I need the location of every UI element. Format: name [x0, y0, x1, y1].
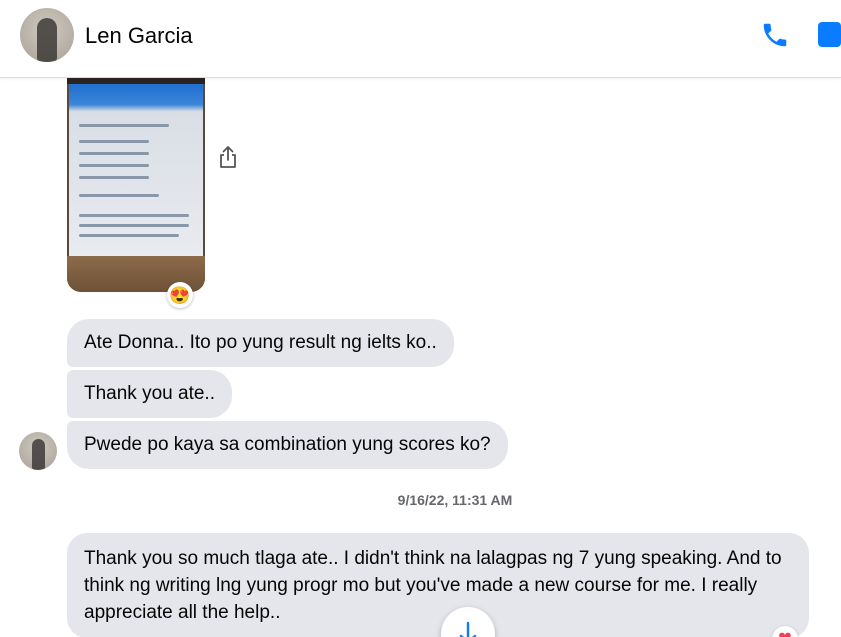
video-icon[interactable] [818, 22, 841, 47]
contact-avatar[interactable] [20, 8, 74, 62]
contact-name[interactable]: Len Garcia [85, 23, 193, 49]
message-bubble[interactable]: Thank you so much tlaga ate.. I didn't t… [67, 533, 809, 637]
shared-photo[interactable] [67, 78, 205, 292]
sender-avatar[interactable] [19, 432, 57, 470]
message-list[interactable]: 😍 Ate Donna.. Ito po yung result ng ielt… [0, 78, 841, 637]
message-timestamp: 9/16/22, 11:31 AM [397, 492, 513, 508]
chat-header: Len Garcia [0, 0, 841, 78]
message-bubble[interactable]: Thank you ate.. [67, 370, 232, 418]
share-icon[interactable] [216, 144, 240, 170]
heart-eyes-reaction[interactable]: 😍 [167, 282, 193, 308]
phone-icon[interactable] [760, 20, 790, 50]
message-bubble[interactable]: Pwede po kaya sa combination yung scores… [67, 421, 508, 469]
arrow-down-icon [459, 621, 477, 637]
message-bubble[interactable]: Ate Donna.. Ito po yung result ng ielts … [67, 319, 454, 367]
